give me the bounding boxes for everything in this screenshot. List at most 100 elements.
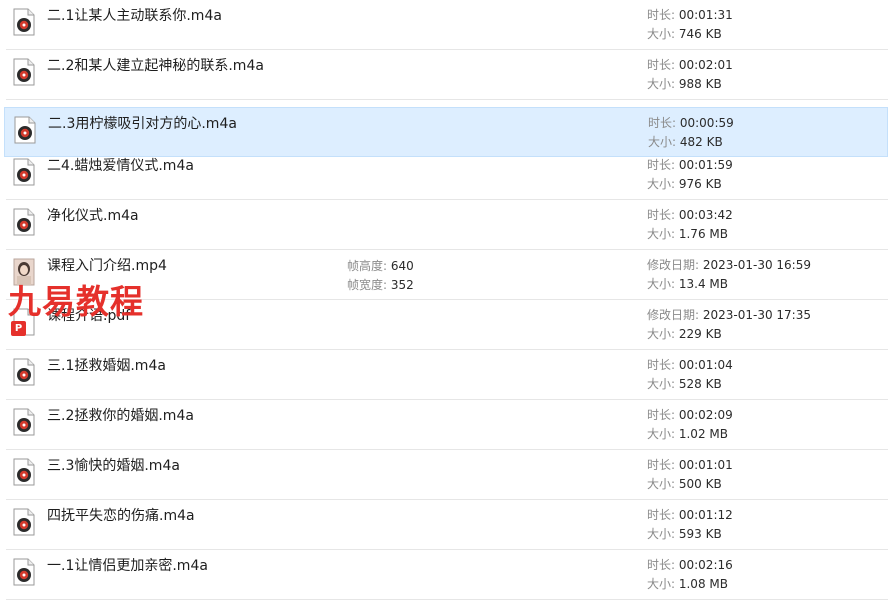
size: 大小: 500 KB xyxy=(647,475,733,494)
size-label: 大小: xyxy=(647,77,679,91)
file-meta: 时长: 00:02:01 大小: 988 KB xyxy=(647,56,733,94)
duration: 时长: 00:03:42 xyxy=(647,206,733,225)
size-value: 976 KB xyxy=(678,177,722,191)
duration-value: 00:01:59 xyxy=(678,158,733,172)
audio-file-icon xyxy=(13,8,35,36)
file-meta: 时长: 00:02:09 大小: 1.02 MB xyxy=(647,406,733,444)
modified-date-label: 修改日期: xyxy=(647,258,703,272)
file-name: 二.1让某人主动联系你.m4a xyxy=(47,8,222,24)
file-meta: 时长: 00:01:01 大小: 500 KB xyxy=(647,456,733,494)
file-row[interactable]: 一.1让情侣更加亲密.m4a 时长: 00:02:16 大小: 1.08 MB xyxy=(6,550,888,600)
size-label: 大小: xyxy=(647,377,679,391)
duration-label: 时长: xyxy=(647,8,679,22)
modified-date: 修改日期: 2023-01-30 17:35 xyxy=(647,306,811,325)
size-value: 593 KB xyxy=(678,527,722,541)
frame-height-label: 帧高度: xyxy=(347,259,391,273)
duration: 时长: 00:02:16 xyxy=(647,556,733,575)
frame-width-label: 帧宽度: xyxy=(347,278,391,292)
size-label: 大小: xyxy=(647,277,679,291)
watermark-logo: 九易教程 xyxy=(8,282,144,321)
audio-file-icon xyxy=(13,58,35,86)
duration-label: 时长: xyxy=(647,458,679,472)
audio-file-icon xyxy=(13,458,35,486)
file-name: 二.2和某人建立起神秘的联系.m4a xyxy=(47,58,264,74)
modified-date-label: 修改日期: xyxy=(647,308,703,322)
duration-value: 00:01:31 xyxy=(678,8,733,22)
duration-label: 时长: xyxy=(647,408,679,422)
size-label: 大小: xyxy=(647,327,679,341)
duration-label: 时长: xyxy=(647,58,679,72)
duration: 时长: 00:01:31 xyxy=(647,6,733,25)
file-name: 二4.蜡烛爱情仪式.m4a xyxy=(47,158,194,174)
size: 大小: 593 KB xyxy=(647,525,733,544)
duration-value: 00:02:16 xyxy=(678,558,733,572)
duration: 时长: 00:02:09 xyxy=(647,406,733,425)
size-label: 大小: xyxy=(647,227,679,241)
file-meta: 时长: 00:02:16 大小: 1.08 MB xyxy=(647,556,733,594)
modified-date-value: 2023-01-30 16:59 xyxy=(702,258,811,272)
size: 大小: 746 KB xyxy=(647,25,733,44)
size: 大小: 528 KB xyxy=(647,375,733,394)
file-meta: 修改日期: 2023-01-30 16:59 大小: 13.4 MB xyxy=(647,256,811,294)
file-name: 净化仪式.m4a xyxy=(47,208,139,224)
size-value: 1.02 MB xyxy=(678,427,728,441)
size: 大小: 976 KB xyxy=(647,175,733,194)
file-row[interactable]: 二.2和某人建立起神秘的联系.m4a 时长: 00:02:01 大小: 988 KB xyxy=(6,50,888,100)
size-label: 大小: xyxy=(647,427,679,441)
duration: 时长: 00:01:04 xyxy=(647,356,733,375)
frame-width: 帧宽度: 352 xyxy=(347,276,414,295)
file-row[interactable]: 二.1让某人主动联系你.m4a 时长: 00:01:31 大小: 746 KB xyxy=(6,0,888,50)
file-name: 三.3愉快的婚姻.m4a xyxy=(47,458,180,474)
duration-value: 00:00:59 xyxy=(679,116,734,130)
audio-file-icon xyxy=(13,408,35,436)
duration: 时长: 00:00:59 xyxy=(648,114,734,133)
size-label: 大小: xyxy=(647,177,679,191)
audio-file-icon xyxy=(14,116,36,144)
size-value: 746 KB xyxy=(678,27,722,41)
file-name: 二.3用柠檬吸引对方的心.m4a xyxy=(48,116,237,132)
duration-value: 00:01:01 xyxy=(678,458,733,472)
file-meta: 时长: 00:01:04 大小: 528 KB xyxy=(647,356,733,394)
frame-height-value: 640 xyxy=(390,259,414,273)
file-row[interactable]: 二4.蜡烛爱情仪式.m4a 时长: 00:01:59 大小: 976 KB xyxy=(6,150,888,200)
size-label: 大小: xyxy=(647,27,679,41)
size-label: 大小: xyxy=(647,577,679,591)
file-meta: 修改日期: 2023-01-30 17:35 大小: 229 KB xyxy=(647,306,811,344)
file-row[interactable]: 三.2拯救你的婚姻.m4a 时长: 00:02:09 大小: 1.02 MB xyxy=(6,400,888,450)
size-value: 13.4 MB xyxy=(678,277,728,291)
file-row[interactable]: 净化仪式.m4a 时长: 00:03:42 大小: 1.76 MB xyxy=(6,200,888,250)
duration-label: 时长: xyxy=(647,158,679,172)
file-row[interactable]: 四抚平失恋的伤痛.m4a 时长: 00:01:12 大小: 593 KB xyxy=(6,500,888,550)
duration-value: 00:03:42 xyxy=(678,208,733,222)
duration-value: 00:02:01 xyxy=(678,58,733,72)
size: 大小: 13.4 MB xyxy=(647,275,811,294)
audio-file-icon xyxy=(13,558,35,586)
file-meta: 时长: 00:00:59 大小: 482 KB xyxy=(648,114,734,152)
duration: 时长: 00:01:01 xyxy=(647,456,733,475)
size-value: 482 KB xyxy=(679,135,723,149)
frame-width-value: 352 xyxy=(390,278,414,292)
file-row[interactable]: 三.3愉快的婚姻.m4a 时长: 00:01:01 大小: 500 KB xyxy=(6,450,888,500)
audio-file-icon xyxy=(13,358,35,386)
file-meta: 帧高度: 640 帧宽度: 352 xyxy=(347,257,414,295)
size-value: 1.76 MB xyxy=(678,227,728,241)
file-name: 一.1让情侣更加亲密.m4a xyxy=(47,558,208,574)
file-row[interactable]: 三.1拯救婚姻.m4a 时长: 00:01:04 大小: 528 KB xyxy=(6,350,888,400)
size: 大小: 1.08 MB xyxy=(647,575,733,594)
duration-value: 00:01:12 xyxy=(678,508,733,522)
duration-label: 时长: xyxy=(647,208,679,222)
duration-label: 时长: xyxy=(648,116,680,130)
duration: 时长: 00:01:12 xyxy=(647,506,733,525)
file-meta: 时长: 00:01:59 大小: 976 KB xyxy=(647,156,733,194)
duration-label: 时长: xyxy=(647,558,679,572)
duration: 时长: 00:01:59 xyxy=(647,156,733,175)
duration-value: 00:02:09 xyxy=(678,408,733,422)
size-value: 528 KB xyxy=(678,377,722,391)
size-value: 229 KB xyxy=(678,327,722,341)
file-name: 四抚平失恋的伤痛.m4a xyxy=(47,508,195,524)
modified-date-value: 2023-01-30 17:35 xyxy=(702,308,811,322)
size: 大小: 1.76 MB xyxy=(647,225,733,244)
audio-file-icon xyxy=(13,208,35,236)
audio-file-icon xyxy=(13,158,35,186)
size-label: 大小: xyxy=(647,527,679,541)
